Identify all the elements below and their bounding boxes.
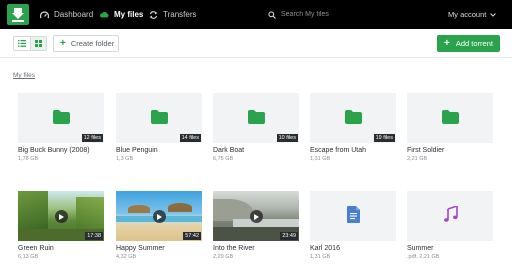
video-thumbnail: 17:38 xyxy=(18,191,104,241)
duration-badge: 17:38 xyxy=(85,232,103,240)
music-note-icon xyxy=(444,206,458,222)
nav-dashboard[interactable]: Dashboard xyxy=(40,0,93,29)
add-torrent-label: Add torrent xyxy=(455,39,493,48)
file-name: Summer xyxy=(407,245,434,252)
file-card-folder[interactable]: 19 files Escape from Utah 1,31 GB xyxy=(310,93,396,162)
search-input[interactable] xyxy=(281,11,371,18)
play-icon[interactable] xyxy=(55,210,68,223)
search-box xyxy=(268,0,371,29)
file-size: 1,78 GB xyxy=(18,156,39,162)
list-view-button[interactable] xyxy=(14,37,30,50)
plus-icon: + xyxy=(444,38,450,49)
play-icon[interactable] xyxy=(250,210,263,223)
file-count-badge: 14 files xyxy=(179,134,201,142)
document-thumbnail xyxy=(310,191,396,241)
nav-transfers-label: Transfers xyxy=(163,10,197,19)
folder-icon xyxy=(151,110,168,124)
folder-thumbnail: 12 files xyxy=(18,93,104,143)
plus-icon: + xyxy=(60,38,66,49)
folder-icon xyxy=(53,110,70,124)
account-menu-label: My account xyxy=(448,10,487,19)
file-card-folder[interactable]: 14 files Blue Penguin 1,3 GB xyxy=(116,93,202,162)
file-size: 4,32 GB xyxy=(116,254,137,260)
video-thumbnail: 23:49 xyxy=(213,191,299,241)
search-icon xyxy=(268,6,276,24)
file-name: Escape from Utah xyxy=(310,147,367,154)
list-icon xyxy=(18,40,26,47)
file-size: 2,29 GB xyxy=(213,254,234,260)
duration-badge: 57:42 xyxy=(183,232,201,240)
file-size: 1,3 GB xyxy=(116,156,134,162)
file-card-folder[interactable]: 10 files Dark Boat 6,75 GB xyxy=(213,93,299,162)
file-count-badge: 19 files xyxy=(373,134,395,142)
download-logo-icon xyxy=(12,8,24,22)
transfer-arrows-icon xyxy=(149,10,158,19)
file-name: Into the River xyxy=(213,245,255,252)
file-name: Green Ruin xyxy=(18,245,54,252)
audio-thumbnail xyxy=(407,191,493,241)
speedometer-icon xyxy=(40,10,49,19)
folder-thumbnail: 19 files xyxy=(310,93,396,143)
nav-transfers[interactable]: Transfers xyxy=(149,0,197,29)
file-name: Karl 2016 xyxy=(310,245,340,252)
top-navigation-bar: Dashboard My files Transfers My account xyxy=(0,0,512,29)
file-count-badge: 12 files xyxy=(81,134,103,142)
file-name: Dark Boat xyxy=(213,147,245,154)
play-icon[interactable] xyxy=(153,210,166,223)
file-card-video[interactable]: 23:49 Into the River 2,29 GB xyxy=(213,191,299,260)
grid-icon xyxy=(35,40,42,47)
file-card-audio[interactable]: Summer .pdf, 2,21 GB xyxy=(407,191,493,260)
file-size: 1,31 GB xyxy=(310,254,331,260)
file-card-folder[interactable]: 12 files Big Buck Bunny (2008) 1,78 GB xyxy=(18,93,104,162)
file-card-document[interactable]: Karl 2016 1,31 GB xyxy=(310,191,396,260)
create-folder-label: Create folder xyxy=(70,39,115,48)
chevron-down-icon xyxy=(490,10,497,19)
file-name: Happy Summer xyxy=(116,245,165,252)
file-size: .pdf, 2,21 GB xyxy=(407,254,440,260)
file-size: 2,21 GB xyxy=(407,156,428,162)
video-thumbnail: 57:42 xyxy=(116,191,202,241)
add-torrent-button[interactable]: + Add torrent xyxy=(437,35,500,52)
file-card-video[interactable]: 57:42 Happy Summer 4,32 GB xyxy=(116,191,202,260)
file-size: 6,75 GB xyxy=(213,156,234,162)
file-card-video[interactable]: 17:38 Green Ruin 6,13 GB xyxy=(18,191,104,260)
create-folder-button[interactable]: + Create folder xyxy=(53,35,119,52)
file-name: Big Buck Bunny (2008) xyxy=(18,147,90,154)
cloud-icon xyxy=(100,11,109,18)
breadcrumb[interactable]: My files xyxy=(13,72,35,79)
folder-thumbnail: 14 files xyxy=(116,93,202,143)
nav-my-files[interactable]: My files xyxy=(100,0,143,29)
folder-icon xyxy=(442,110,459,124)
duration-badge: 23:49 xyxy=(280,232,298,240)
file-card-folder[interactable]: First Soldier 2,21 GB xyxy=(407,93,493,162)
account-menu[interactable]: My account xyxy=(448,0,497,29)
folder-thumbnail: 10 files xyxy=(213,93,299,143)
file-size: 1,31 GB xyxy=(310,156,331,162)
app-logo[interactable] xyxy=(7,4,29,25)
grid-view-button[interactable] xyxy=(30,37,46,50)
file-name: First Soldier xyxy=(407,147,445,154)
file-size: 6,13 GB xyxy=(18,254,39,260)
file-name: Blue Penguin xyxy=(116,147,158,154)
file-count-badge: 10 files xyxy=(276,134,298,142)
folder-icon xyxy=(248,110,265,124)
document-icon xyxy=(347,206,360,223)
folder-icon xyxy=(345,110,362,124)
file-toolbar: + Create folder + Add torrent xyxy=(0,29,512,58)
nav-dashboard-label: Dashboard xyxy=(54,10,94,19)
nav-my-files-label: My files xyxy=(114,10,144,19)
view-mode-toggle xyxy=(13,36,47,51)
folder-thumbnail xyxy=(407,93,493,143)
